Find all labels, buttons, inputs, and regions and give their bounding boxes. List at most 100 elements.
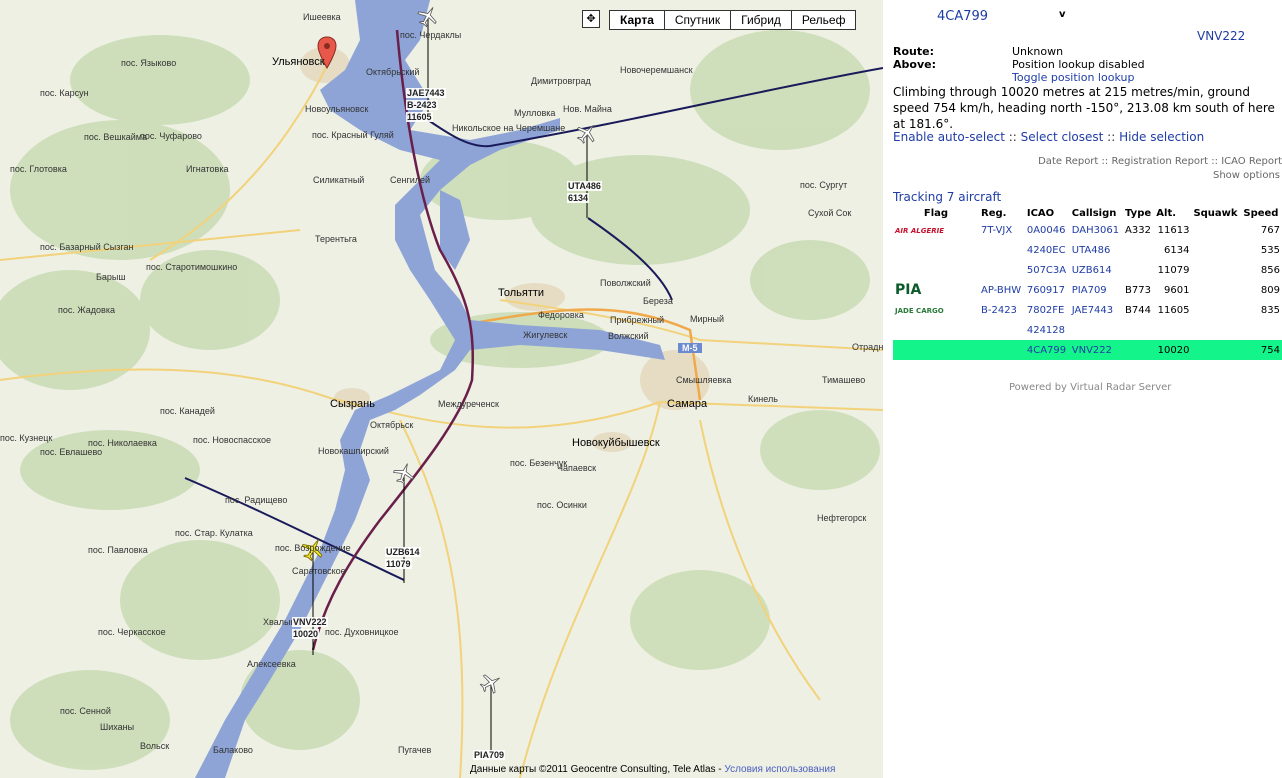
place-label: Междуреченск <box>438 399 499 409</box>
aircraft-row[interactable]: 4240EC UTA486 6134 535 <box>893 240 1282 260</box>
place-label: пос. Языково <box>121 58 177 68</box>
aircraft-label[interactable]: VNV222 <box>292 617 328 627</box>
aircraft-icon[interactable] <box>392 461 416 485</box>
aircraft-icon[interactable] <box>479 671 503 695</box>
speed-cell: 754 <box>1241 340 1282 360</box>
altitude-cell: 9601 <box>1163 284 1190 296</box>
maptype-satellite-button[interactable]: Спутник <box>663 10 732 30</box>
col-reg[interactable]: Reg. <box>979 206 1025 220</box>
col-alt[interactable]: Alt. <box>1154 206 1191 220</box>
icao-report-link[interactable]: ICAO Report <box>1221 156 1282 167</box>
chevron-down-icon[interactable]: v <box>1059 9 1066 20</box>
date-report-link[interactable]: Date Report <box>1038 156 1098 167</box>
speed-cell: 535 <box>1260 244 1280 256</box>
maptype-terrain-button[interactable]: Рельеф <box>790 10 857 30</box>
callsign-cell: PIA709 <box>1071 284 1107 296</box>
selection-links: Enable auto-select :: Select closest :: … <box>893 130 1204 144</box>
maptype-hybrid-button[interactable]: Гибрид <box>730 10 792 30</box>
aircraft-label[interactable]: UZB614 <box>385 547 421 557</box>
hide-selection-link[interactable]: Hide selection <box>1119 130 1204 144</box>
airline-logo: JADE CARGO <box>895 306 944 315</box>
route-label: Route: <box>893 45 934 58</box>
place-label: Октябрьск <box>370 420 414 430</box>
col-speed[interactable]: Speed <box>1241 206 1282 220</box>
icao-cell: 0A0046 <box>1026 224 1066 236</box>
aircraft-label[interactable]: 11605 <box>406 112 433 122</box>
aircraft-row[interactable]: PIA AP-BHW 760917 PIA709 B773 9601 809 <box>893 280 1282 300</box>
aircraft-row[interactable]: JADE CARGO B-2423 7802FE JAE7443 B744 11605 83… <box>893 300 1282 320</box>
city-label: Сызрань <box>330 398 375 410</box>
callsign-cell: UTA486 <box>1071 244 1111 256</box>
place-label: пос. Глотовка <box>10 164 67 174</box>
col-squawk[interactable]: Squawk <box>1191 206 1241 220</box>
squawk-cell <box>1191 300 1241 320</box>
aircraft-label[interactable]: JAE7443 <box>406 88 446 98</box>
aircraft-description: Climbing through 10020 metres at 215 met… <box>893 85 1275 131</box>
altitude-cell <box>1154 320 1191 340</box>
airline-logo <box>893 340 979 360</box>
place-label: Алексеевка <box>247 659 296 669</box>
terms-link[interactable]: Условия использования <box>724 764 835 775</box>
place-label: пос. Радищево <box>225 495 288 505</box>
place-label: Димитровград <box>531 76 591 86</box>
squawk-cell <box>1191 220 1241 240</box>
airline-logo <box>893 260 979 280</box>
registration-cell <box>979 320 1025 340</box>
col-icao[interactable]: ICAO <box>1025 206 1070 220</box>
aircraft-label[interactable]: 11079 <box>385 559 412 569</box>
select-closest-link[interactable]: Select closest <box>1021 130 1104 144</box>
city-label: Тольятти <box>498 287 545 299</box>
aircraft-label[interactable]: B-2423 <box>406 100 438 110</box>
registration-cell: AP-BHW <box>981 284 1022 296</box>
aircraft-row[interactable]: AIR ALGERIE 7T-VJX 0A0046 DAH3061 A332 11613 7… <box>893 220 1282 240</box>
place-label: Терентьга <box>315 234 357 244</box>
place-label: пос. Кузнецк <box>0 433 53 443</box>
report-links: Date Report :: Registration Report :: IC… <box>1038 156 1282 167</box>
col-callsign[interactable]: Callsign <box>1070 206 1123 220</box>
place-label: Федоровка <box>538 310 584 320</box>
place-label: Октябрьский <box>366 67 420 77</box>
registration-report-link[interactable]: Registration Report <box>1111 156 1208 167</box>
place-label: Тимашево <box>822 375 866 385</box>
aircraft-row[interactable]: 424128 <box>893 320 1282 340</box>
col-type[interactable]: Type <box>1123 206 1154 220</box>
aircraft-label[interactable]: 10020 <box>292 629 320 639</box>
aircraft-row[interactable]: 507C3A UZB614 11079 856 <box>893 260 1282 280</box>
map-view[interactable]: Ульяновск Тольятти Самара Сызрань Новокуйбыш… <box>0 0 883 778</box>
place-label: пос. Возрождение <box>275 543 351 553</box>
type-cell: B744 <box>1125 304 1151 316</box>
speed-cell: 856 <box>1260 264 1280 276</box>
place-label: Никольское на Черемшане <box>452 123 566 133</box>
place-label: пос. Канадей <box>160 406 215 416</box>
aircraft-label[interactable]: UTA486 <box>567 181 602 191</box>
registration-cell <box>979 340 1025 360</box>
copyright-text: Данные карты ©2011 Geocentre Consulting,… <box>470 764 725 775</box>
registration-cell <box>979 240 1025 260</box>
speed-cell: 809 <box>1260 284 1280 296</box>
place-label: Нефтегорск <box>817 513 867 523</box>
type-cell: B773 <box>1125 284 1151 296</box>
aircraft-icon[interactable] <box>416 4 440 28</box>
selected-callsign: VNV222 <box>1197 29 1246 43</box>
aircraft-row[interactable]: 4CA799 VNV222 10020 754 <box>893 340 1282 360</box>
separator: :: <box>1008 130 1021 144</box>
place-label: пос. Чердаклы <box>400 30 462 40</box>
fullscreen-button[interactable]: ✥ <box>582 10 600 28</box>
altitude-cell: 6134 <box>1163 244 1190 256</box>
enable-auto-select-link[interactable]: Enable auto-select <box>893 130 1005 144</box>
aircraft-label[interactable]: PIA709 <box>473 750 506 760</box>
col-flag[interactable]: Flag <box>893 206 979 220</box>
place-label: пос. Осинки <box>537 500 587 510</box>
city-label: Ульяновск <box>272 56 325 68</box>
place-label: Отрадный <box>852 342 883 352</box>
place-label: Ишеевка <box>303 12 341 22</box>
airline-logo <box>893 240 979 260</box>
selected-icao[interactable]: 4CA799 <box>937 9 988 24</box>
place-label: Балаково <box>213 745 253 755</box>
city-label: Новокуйбышевск <box>572 437 660 449</box>
maptype-map-button[interactable]: Карта <box>609 10 665 30</box>
toggle-position-link[interactable]: Toggle position lookup <box>1012 71 1134 84</box>
aircraft-label[interactable]: 6134 <box>567 193 590 203</box>
show-options-link[interactable]: Show options <box>1213 170 1280 181</box>
aircraft-icon[interactable] <box>575 121 599 145</box>
